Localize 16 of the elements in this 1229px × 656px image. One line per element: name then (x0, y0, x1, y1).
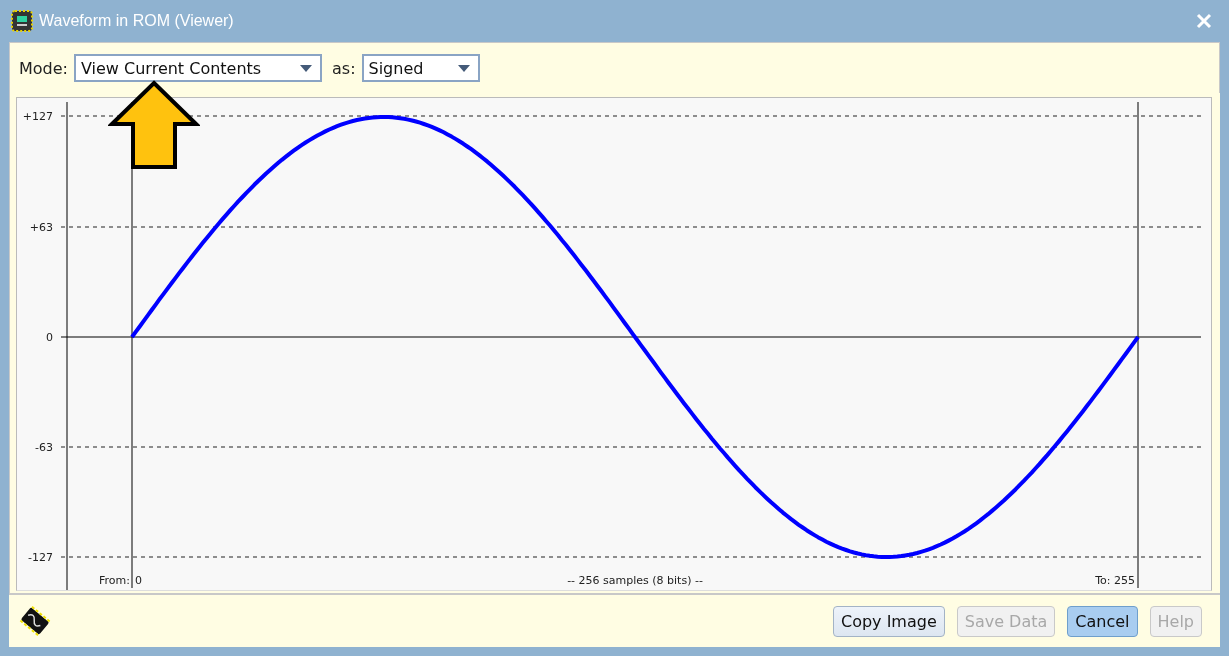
y-axis-label: -63 (35, 441, 53, 454)
y-axis-label: +127 (22, 110, 53, 123)
samples-label: -- 256 samples (8 bits) -- (567, 574, 703, 587)
mode-label: Mode: (19, 58, 68, 78)
dialog-button[interactable]: Cancel (1067, 605, 1138, 637)
dialog-button[interactable]: Copy Image (832, 605, 945, 637)
format-dropdown[interactable]: Signed (361, 54, 480, 82)
to-label: To: 255 (1095, 574, 1135, 587)
from-label: From: (99, 574, 130, 587)
window-title: Waveform in ROM (Viewer) (39, 12, 235, 30)
mode-dropdown[interactable]: View Current Contents (74, 54, 322, 82)
format-label: as: (332, 58, 356, 78)
y-axis-label: 0 (46, 331, 53, 344)
y-axis-label: -127 (28, 551, 53, 564)
y-axis-label: +63 (29, 221, 53, 234)
from-value: 0 (135, 574, 142, 587)
